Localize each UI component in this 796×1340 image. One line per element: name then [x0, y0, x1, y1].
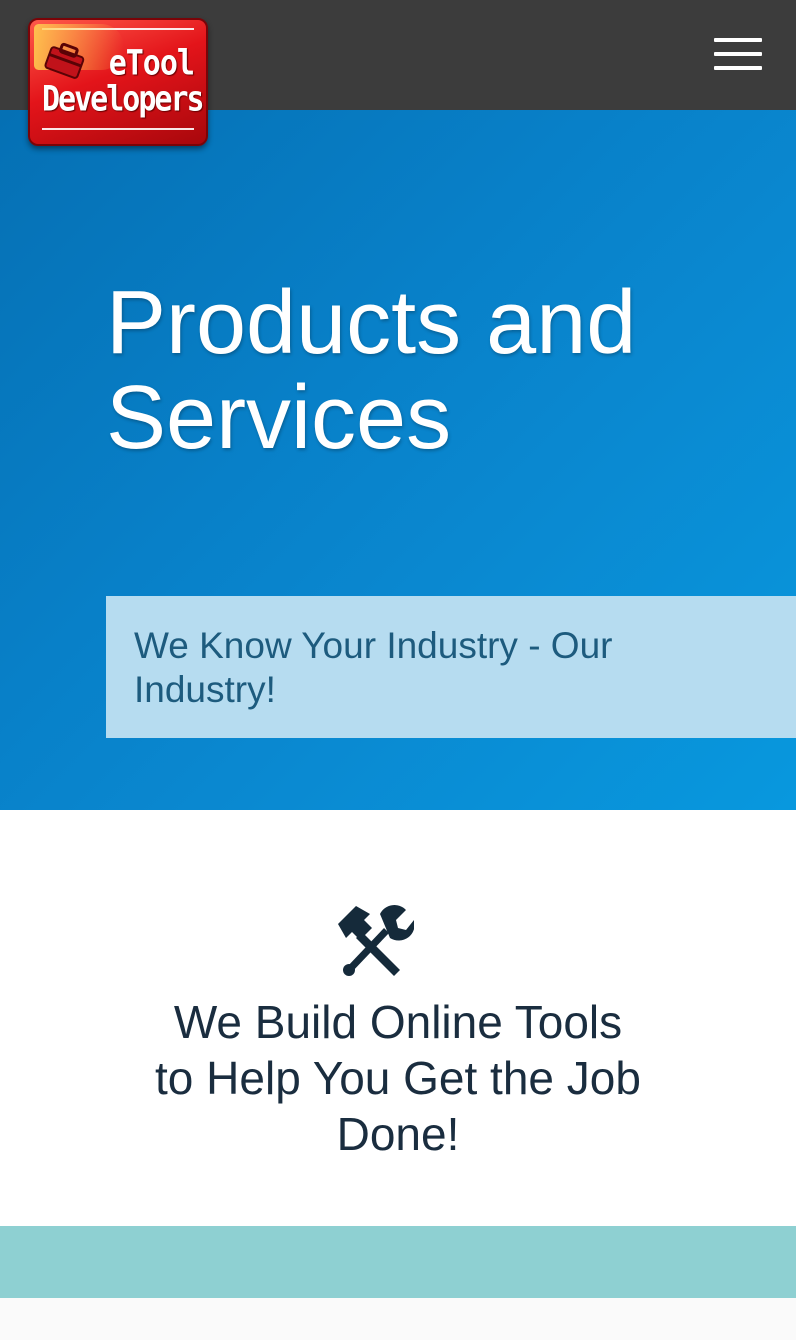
hero-banner: Products and Services We Know Your Indus…	[0, 110, 796, 810]
logo-text-developers: Developers	[42, 79, 205, 120]
feature-title: We Build Online Tools to Help You Get th…	[155, 996, 641, 1160]
hero-title: Products and Services	[106, 273, 637, 468]
page-bottom-area	[0, 1298, 796, 1340]
etool-developers-logo[interactable]: eTool Developers	[28, 18, 208, 146]
hamburger-line	[714, 66, 762, 70]
hamburger-line	[714, 38, 762, 42]
toolbox-icon	[44, 42, 85, 79]
logo-rule-bottom	[42, 128, 194, 130]
teal-band	[0, 1226, 796, 1298]
logo-text-etool: eTool	[108, 43, 195, 84]
hamburger-line	[714, 52, 762, 56]
feature-section: We Build Online Tools to Help You Get th…	[0, 810, 796, 1226]
hammer-wrench-icon	[338, 905, 414, 976]
tagline-box: We Know Your Industry - Our Industry!	[106, 596, 796, 738]
hamburger-menu-icon[interactable]	[714, 38, 762, 70]
tagline-text: We Know Your Industry - Our Industry!	[134, 625, 613, 710]
